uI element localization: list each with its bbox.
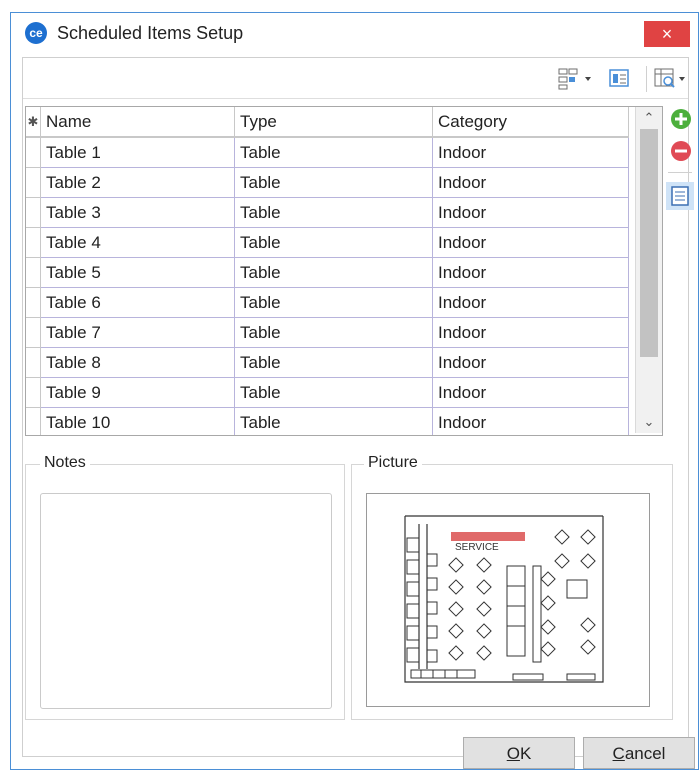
app-logo-icon: ce [25,22,47,44]
cell-category[interactable]: Indoor [432,377,629,408]
table-row[interactable]: Table 6 Table Indoor [26,287,629,318]
table-row[interactable]: Table 10 Table Indoor [26,407,629,435]
cancel-button[interactable]: Cancel [583,737,695,769]
ok-label-rest: K [519,744,532,763]
row-indicator[interactable] [26,287,41,318]
cell-name[interactable]: Table 5 [40,257,235,288]
column-header-category[interactable]: Category [432,107,629,138]
cell-category[interactable]: Indoor [432,287,629,318]
picture-frame[interactable]: SERVICE [366,493,650,707]
dialog-window: ce Scheduled Items Setup × ✱ Name Type C… [10,12,699,770]
new-row-indicator: ✱ [26,107,41,138]
cancel-mnemonic: C [612,744,625,763]
cell-name[interactable]: Table 3 [40,197,235,228]
toolbar-separator [646,66,647,92]
column-header-type[interactable]: Type [234,107,433,138]
layout-options-button[interactable] [557,66,595,90]
cell-category[interactable]: Indoor [432,257,629,288]
dialog-content: ✱ Name Type Category Table 1 Table Indoor T… [22,57,695,769]
floorplan-picture: SERVICE [404,515,604,683]
close-button[interactable]: × [644,21,690,47]
scroll-down-icon[interactable]: ⌄ [636,414,662,430]
table-row[interactable]: Table 3 Table Indoor [26,197,629,228]
items-grid[interactable]: ✱ Name Type Category Table 1 Table Indoor T… [25,106,663,436]
vertical-scrollbar[interactable]: ⌃ ⌄ [635,107,662,433]
table-row[interactable]: Table 9 Table Indoor [26,377,629,408]
cell-type[interactable]: Table [234,227,433,258]
form-view-button[interactable] [606,66,632,90]
cell-category[interactable]: Indoor [432,167,629,198]
row-indicator[interactable] [26,257,41,288]
detail-view-icon [671,186,689,206]
cancel-label-rest: ancel [624,744,666,763]
cell-type[interactable]: Table [234,347,433,378]
cell-name[interactable]: Table 2 [40,167,235,198]
cell-category[interactable]: Indoor [432,407,629,435]
picture-label: Picture [364,454,422,472]
detail-view-button[interactable] [666,182,694,210]
cell-name[interactable]: Table 7 [40,317,235,348]
row-indicator[interactable] [26,197,41,228]
svg-text:SERVICE: SERVICE [455,542,499,553]
cell-name[interactable]: Table 9 [40,377,235,408]
remove-button[interactable] [670,140,692,162]
layout-options-icon [558,68,591,90]
side-separator [668,172,692,173]
column-chooser-icon [654,68,685,88]
cell-type[interactable]: Table [234,287,433,318]
notes-group: Notes [25,454,345,720]
cell-category[interactable]: Indoor [432,227,629,258]
cell-category[interactable]: Indoor [432,137,629,168]
table-row[interactable]: Table 4 Table Indoor [26,227,629,258]
notes-label: Notes [40,454,90,472]
row-indicator[interactable] [26,137,41,168]
add-icon [671,109,691,129]
add-button[interactable] [670,108,692,130]
ok-mnemonic: O [506,744,520,763]
cell-type[interactable]: Table [234,197,433,228]
scroll-up-icon[interactable]: ⌃ [636,110,662,126]
row-indicator[interactable] [26,347,41,378]
cell-type[interactable]: Table [234,377,433,408]
table-row[interactable]: Table 8 Table Indoor [26,347,629,378]
cell-type[interactable]: Table [234,317,433,348]
items-table: ✱ Name Type Category Table 1 Table Indoor T… [26,107,629,435]
cell-name[interactable]: Table 8 [40,347,235,378]
notes-textarea[interactable] [40,493,332,709]
cell-type[interactable]: Table [234,407,433,435]
row-indicator[interactable] [26,317,41,348]
table-row[interactable]: Table 2 Table Indoor [26,167,629,198]
picture-group: Picture SERVICE [351,454,673,720]
cell-name[interactable]: Table 10 [40,407,235,435]
table-row[interactable]: Table 7 Table Indoor [26,317,629,348]
column-header-name[interactable]: Name [40,107,235,138]
form-view-icon [609,69,629,87]
toolbar [23,58,688,99]
scrollbar-thumb[interactable] [640,129,658,357]
table-row[interactable]: Table 1 Table Indoor [26,137,629,168]
row-indicator[interactable] [26,377,41,408]
cell-category[interactable]: Indoor [432,197,629,228]
cell-name[interactable]: Table 4 [40,227,235,258]
remove-icon [671,141,691,161]
cell-name[interactable]: Table 1 [40,137,235,168]
cell-category[interactable]: Indoor [432,317,629,348]
title-bar: ce Scheduled Items Setup × [11,13,698,55]
cell-type[interactable]: Table [234,167,433,198]
row-indicator[interactable] [26,167,41,198]
table-row[interactable]: Table 5 Table Indoor [26,257,629,288]
dialog-title: Scheduled Items Setup [57,23,244,43]
cell-category[interactable]: Indoor [432,347,629,378]
ok-button[interactable]: OK [463,737,575,769]
cell-type[interactable]: Table [234,137,433,168]
cell-name[interactable]: Table 6 [40,287,235,318]
grid-header-row: ✱ Name Type Category [26,107,629,138]
column-chooser-button[interactable] [653,66,689,90]
cell-type[interactable]: Table [234,257,433,288]
row-indicator[interactable] [26,407,41,435]
row-indicator[interactable] [26,227,41,258]
